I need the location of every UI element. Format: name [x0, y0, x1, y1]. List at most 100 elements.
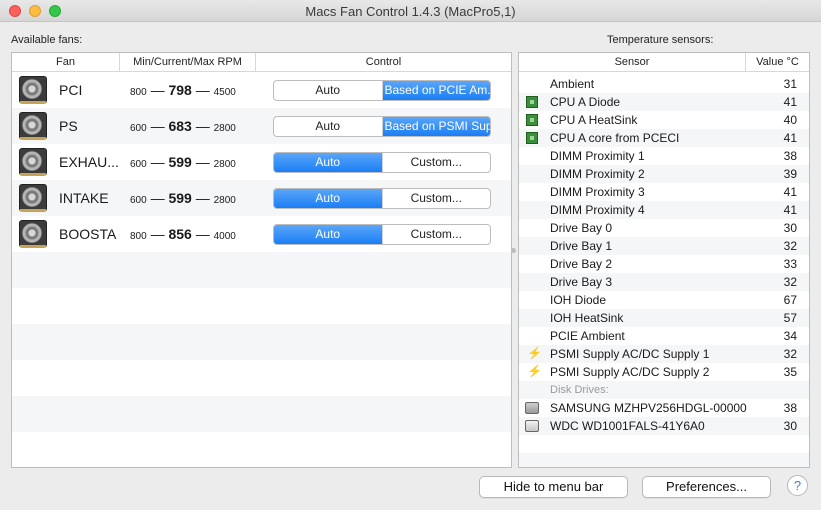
control-column-header[interactable]: Control: [256, 53, 511, 72]
sensor-row[interactable]: DIMM Proximity 4 41: [519, 201, 809, 219]
fan-max-rpm: 2800: [213, 195, 236, 206]
sensor-row[interactable]: PCIE Ambient 34: [519, 327, 809, 345]
empty-row: [12, 252, 511, 288]
sensor-row[interactable]: IOH Diode 67: [519, 291, 809, 309]
rpm-column-header[interactable]: Min/Current/Max RPM: [120, 53, 256, 72]
fan-control-segmented: Auto Custom...: [273, 152, 491, 173]
hdd-icon: [525, 420, 539, 432]
value-column-header[interactable]: Value °C: [746, 53, 809, 72]
auto-control-button[interactable]: Auto: [274, 189, 382, 208]
split-view-handle[interactable]: [511, 248, 516, 253]
sensor-name: WDC WD1001FALS-41Y6A0: [550, 419, 705, 433]
fan-min-rpm: 800: [130, 87, 147, 98]
sensor-row[interactable]: CPU A Diode 41: [519, 93, 809, 111]
auto-control-button[interactable]: Auto: [274, 117, 382, 136]
fan-control-segmented: Auto Based on PCIE Am...: [273, 80, 491, 101]
rpm-separator: —: [150, 118, 165, 134]
custom-control-button[interactable]: Based on PSMI Sup...: [381, 117, 490, 136]
sensor-row[interactable]: ⚡ PSMI Supply AC/DC Supply 2 35: [519, 363, 809, 381]
chip-icon: [526, 132, 538, 144]
auto-control-button[interactable]: Auto: [274, 153, 382, 172]
ssd-icon: [525, 402, 539, 414]
sensor-name: IOH Diode: [550, 293, 607, 307]
fan-min-rpm: 600: [130, 123, 147, 134]
fan-max-rpm: 2800: [213, 159, 236, 170]
sensor-value: 30: [783, 419, 797, 433]
fan-current-rpm: 856: [168, 226, 192, 242]
sensors-section-label: Temperature sensors:: [607, 34, 714, 46]
sensor-value: 34: [783, 329, 797, 343]
sensor-name: DIMM Proximity 1: [550, 149, 645, 163]
empty-row: [12, 432, 511, 467]
sensor-row[interactable]: DIMM Proximity 3 41: [519, 183, 809, 201]
sensor-value: 39: [783, 167, 797, 181]
fan-row: PCI 800 — 798 — 4500 Auto Based on PCIE Am.…: [12, 72, 511, 108]
empty-row: [12, 288, 511, 324]
disk-drives-label: Disk Drives:: [550, 384, 609, 396]
sensor-name: CPU A HeatSink: [550, 113, 638, 127]
disk-row[interactable]: SAMSUNG MZHPV256HDGL-00000 38: [519, 399, 809, 417]
sensor-name: Ambient: [550, 77, 595, 91]
custom-control-button[interactable]: Based on PCIE Am...: [381, 81, 490, 100]
sensor-column-header[interactable]: Sensor: [519, 53, 746, 72]
fan-row: PS 600 — 683 — 2800 AutoBased on PSMI Sup.…: [12, 108, 511, 144]
fan-icon: [19, 76, 47, 104]
sensor-value: 57: [783, 311, 797, 325]
fan-name: BOOSTA: [59, 226, 117, 242]
help-button[interactable]: ?: [787, 475, 808, 496]
sensor-row[interactable]: Drive Bay 0 30: [519, 219, 809, 237]
sensor-row[interactable]: ⚡ PSMI Supply AC/DC Supply 1 32: [519, 345, 809, 363]
sensor-value: 38: [783, 401, 797, 415]
sensor-value: 41: [783, 203, 797, 217]
custom-control-button[interactable]: Custom...: [381, 153, 491, 172]
sensor-row[interactable]: Drive Bay 1 32: [519, 237, 809, 255]
custom-control-button[interactable]: Custom...: [381, 225, 491, 244]
sensor-name: Drive Bay 1: [550, 239, 613, 253]
fan-column-header[interactable]: Fan: [12, 53, 120, 72]
empty-row: [519, 435, 809, 453]
sensor-value: 33: [783, 257, 797, 271]
fan-control-segmented: Auto Custom...: [273, 224, 491, 245]
sensor-row[interactable]: DIMM Proximity 1 38: [519, 147, 809, 165]
disk-row[interactable]: WDC WD1001FALS-41Y6A0 30: [519, 417, 809, 435]
sensor-name: Drive Bay 3: [550, 275, 613, 289]
fan-max-rpm: 4500: [213, 87, 236, 98]
sensor-name: DIMM Proximity 2: [550, 167, 645, 181]
fan-rpm: 600 — 683 — 2800: [130, 118, 236, 134]
fans-section-label: Available fans:: [11, 34, 83, 46]
rpm-separator: —: [195, 226, 210, 242]
fan-rpm: 800 — 798 — 4500: [130, 82, 236, 98]
fan-control-segmented: AutoBased on PSMI Sup...: [273, 116, 491, 137]
fan-max-rpm: 4000: [213, 231, 236, 242]
fan-icon: [19, 112, 47, 140]
sensor-value: 32: [783, 347, 797, 361]
sensor-row[interactable]: Drive Bay 3 32: [519, 273, 809, 291]
chip-icon: [526, 114, 538, 126]
rpm-separator: —: [150, 226, 165, 242]
sensor-row[interactable]: DIMM Proximity 2 39: [519, 165, 809, 183]
sensor-row[interactable]: Drive Bay 2 33: [519, 255, 809, 273]
empty-row: [12, 396, 511, 432]
fan-current-rpm: 683: [168, 118, 192, 134]
chip-icon: [526, 96, 538, 108]
sensor-value: 67: [783, 293, 797, 307]
sensor-row[interactable]: CPU A HeatSink 40: [519, 111, 809, 129]
sensor-row[interactable]: CPU A core from PCECI 41: [519, 129, 809, 147]
preferences-button[interactable]: Preferences...: [642, 476, 771, 498]
auto-control-button[interactable]: Auto: [274, 225, 382, 244]
custom-control-button[interactable]: Custom...: [381, 189, 491, 208]
hide-to-menu-bar-button[interactable]: Hide to menu bar: [479, 476, 628, 498]
rpm-separator: —: [195, 154, 210, 170]
rpm-separator: —: [150, 82, 165, 98]
sensor-name: PCIE Ambient: [550, 329, 625, 343]
sensor-name: CPU A core from PCECI: [550, 131, 680, 145]
sensor-name: DIMM Proximity 4: [550, 203, 645, 217]
sensor-row[interactable]: Ambient 31: [519, 75, 809, 93]
fan-row: INTAKE 600 — 599 — 2800 Auto Custom...: [12, 180, 511, 216]
auto-control-button[interactable]: Auto: [274, 81, 382, 100]
fan-max-rpm: 2800: [213, 123, 236, 134]
sensor-value: 30: [783, 221, 797, 235]
sensor-row[interactable]: IOH HeatSink 57: [519, 309, 809, 327]
empty-row: [12, 324, 511, 360]
fan-min-rpm: 600: [130, 195, 147, 206]
